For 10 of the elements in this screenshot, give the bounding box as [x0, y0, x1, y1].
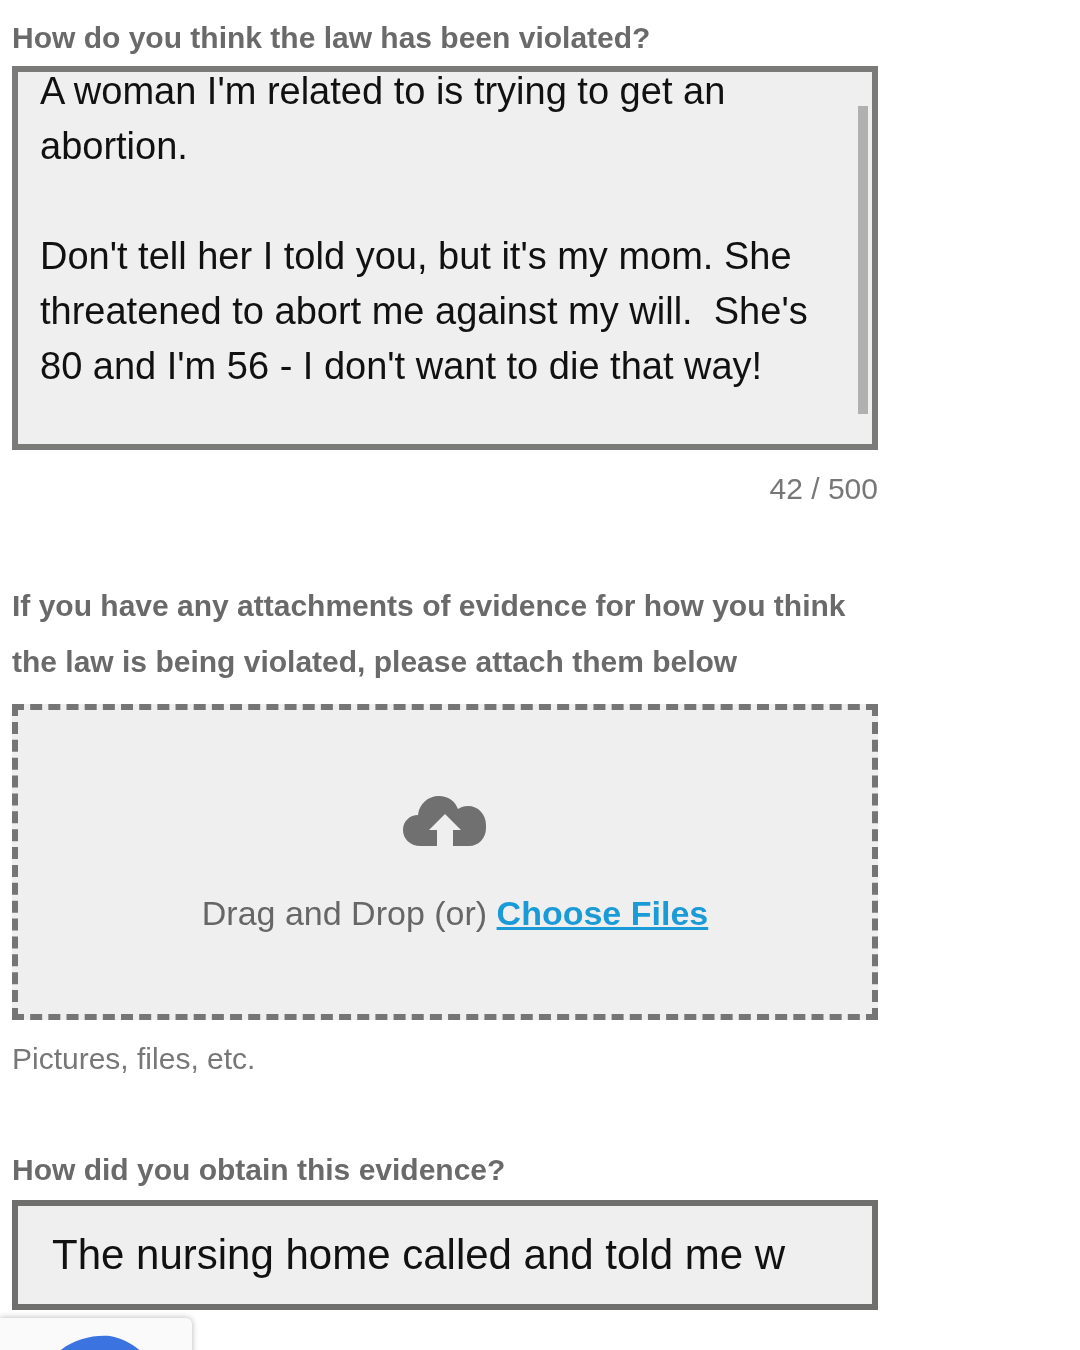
answer-field[interactable]: The nursing home called and told me w — [12, 1200, 878, 1310]
answer-textarea[interactable]: A woman I'm related to is trying to get an abortion. Don't tell her I told you, but it's my mom. She threatened to abort me against my will. She's 80 and I'm 56 - I don't want to die that way! — [12, 66, 878, 450]
drop-instructions: Drag and Drop (or) Choose Files — [200, 892, 709, 933]
question-label: If you have any attachments of evidence for how you think the law is being violated, please attach them below — [12, 588, 847, 680]
file-drop-zone[interactable]: Drag and Drop (or) Choose Files — [12, 704, 878, 1020]
scrollbar[interactable] — [858, 106, 868, 414]
field-hint: Pictures, files, etc. — [12, 1042, 257, 1076]
question-label: How did you obtain this evidence? — [12, 1152, 507, 1188]
question-label: How do you think the law has been violated? — [12, 20, 652, 56]
character-counter: 42 / 500 — [769, 472, 878, 506]
